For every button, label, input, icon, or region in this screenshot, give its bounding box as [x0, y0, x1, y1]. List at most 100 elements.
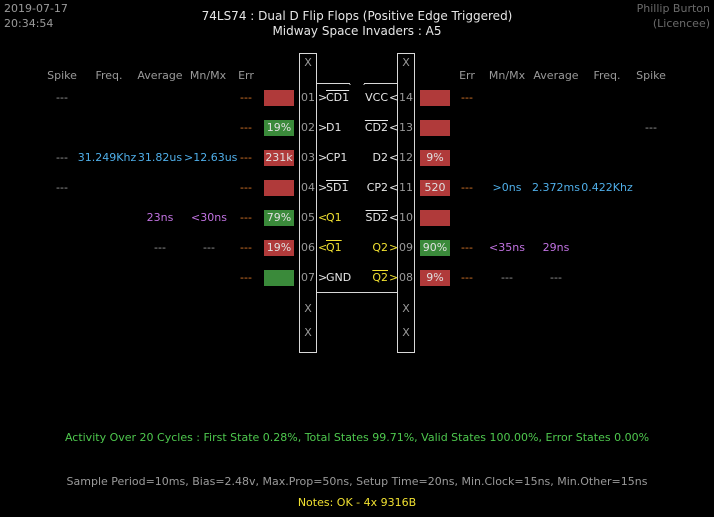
- pin-direction-arrow: >: [318, 181, 328, 194]
- pin-number: 01: [301, 91, 315, 104]
- pin-number: 10: [399, 211, 413, 224]
- chip-body-bottom: [316, 292, 398, 293]
- err-value: ---: [240, 121, 252, 134]
- freq-value: 0.422Khz: [581, 181, 633, 194]
- pin-name: SD2: [365, 211, 388, 224]
- mnmx-value: <35ns: [489, 241, 525, 254]
- pin-number: 04: [301, 181, 315, 194]
- pin-number: 03: [301, 151, 315, 164]
- pin-number: 14: [399, 91, 413, 104]
- pin-direction-arrow: <: [318, 211, 328, 224]
- average-value: ---: [154, 241, 166, 254]
- col-freq-left: Freq.: [95, 69, 123, 82]
- average-value: ---: [550, 271, 562, 284]
- pin-direction-arrow: <: [389, 181, 399, 194]
- pin-number: 08: [399, 271, 413, 284]
- freq-value: 31.249Khz: [77, 151, 137, 164]
- chip-bottom-right: [397, 352, 415, 353]
- pin-name: CD2: [364, 121, 388, 134]
- x-mark: X: [304, 302, 312, 315]
- err-value: ---: [461, 241, 473, 254]
- err-value: ---: [240, 151, 252, 164]
- err-value: ---: [240, 91, 252, 104]
- x-mark: X: [402, 56, 410, 69]
- col-err-left: Err: [238, 69, 254, 82]
- sample-settings: Sample Period=10ms, Bias=2.48v, Max.Prop…: [66, 475, 648, 488]
- col-spike-right: Spike: [636, 69, 666, 82]
- col-freq-right: Freq.: [593, 69, 621, 82]
- pin-number: 07: [301, 271, 315, 284]
- pin-direction-arrow: >: [318, 121, 328, 134]
- pin-direction-arrow: <: [389, 211, 399, 224]
- col-mnmx-right: Mn/Mx: [488, 69, 526, 82]
- activity-box: [420, 90, 450, 106]
- page-subtitle: Midway Space Invaders : A5: [272, 24, 442, 38]
- chip-top-left: [299, 53, 317, 54]
- activity-box: [264, 270, 294, 286]
- spike-value: ---: [56, 91, 68, 104]
- err-value: ---: [240, 181, 252, 194]
- mnmx-value: <30ns: [191, 211, 227, 224]
- activity-box: 19%: [264, 120, 294, 136]
- average-value: 31.82us: [137, 151, 183, 164]
- pin-name: D2: [372, 151, 388, 164]
- pin-number: 09: [399, 241, 413, 254]
- activity-box: 19%: [264, 240, 294, 256]
- col-spike-left: Spike: [47, 69, 77, 82]
- notes: Notes: OK - 4x 9316B: [297, 496, 417, 509]
- activity-box: [264, 180, 294, 196]
- pin-name: VCC: [365, 91, 388, 104]
- pin-direction-arrow: >: [318, 271, 328, 284]
- x-mark: X: [304, 326, 312, 339]
- activity-box: 90%: [420, 240, 450, 256]
- mnmx-value: ---: [501, 271, 513, 284]
- col-err-right: Err: [459, 69, 475, 82]
- chip-bottom-left: [299, 352, 317, 353]
- chip-outline-right: [414, 53, 415, 353]
- pin-number: 12: [399, 151, 413, 164]
- activity-box: 231k: [264, 150, 294, 166]
- err-value: ---: [240, 241, 252, 254]
- pin-direction-arrow: >: [318, 151, 328, 164]
- activity-box: [420, 210, 450, 226]
- x-mark: X: [402, 326, 410, 339]
- pin-column-left-edge: [316, 53, 317, 353]
- pin-number: 11: [399, 181, 413, 194]
- err-value: ---: [461, 91, 473, 104]
- mnmx-value: >12.63us: [184, 151, 238, 164]
- col-average-left: Average: [137, 69, 183, 82]
- activity-box: 9%: [420, 270, 450, 286]
- chip-notch-icon: [349, 83, 365, 85]
- err-value: ---: [461, 271, 473, 284]
- pin-direction-arrow: <: [389, 91, 399, 104]
- activity-summary: Activity Over 20 Cycles : First State 0.…: [64, 431, 650, 444]
- pin-name: Q2: [372, 241, 388, 254]
- err-value: ---: [461, 181, 473, 194]
- pin-number: 02: [301, 121, 315, 134]
- activity-box: 520: [420, 180, 450, 196]
- pin-direction-arrow: >: [389, 241, 399, 254]
- average-value: 2.372ms: [532, 181, 580, 194]
- activity-box: 79%: [264, 210, 294, 226]
- activity-box: [264, 90, 294, 106]
- pin-direction-arrow: <: [318, 241, 328, 254]
- chip-top-right: [397, 53, 415, 54]
- x-mark: X: [304, 56, 312, 69]
- pin-direction-arrow: >: [318, 91, 328, 104]
- col-mnmx-left: Mn/Mx: [189, 69, 227, 82]
- pin-name: CP2: [366, 181, 388, 194]
- spike-value: ---: [56, 181, 68, 194]
- pin-direction-arrow: <: [389, 121, 399, 134]
- average-value: 23ns: [146, 211, 174, 224]
- author-label: Phillip Burton: [636, 2, 710, 15]
- chip-body-top-left: [316, 83, 350, 84]
- activity-box: [420, 120, 450, 136]
- pin-direction-arrow: >: [389, 271, 399, 284]
- err-value: ---: [240, 271, 252, 284]
- err-value: ---: [240, 211, 252, 224]
- page-title: 74LS74 : Dual D Flip Flops (Positive Edg…: [201, 9, 513, 23]
- pin-number: 06: [301, 241, 315, 254]
- pin-name: Q2: [372, 271, 388, 284]
- licence-label: (Licencee): [652, 17, 710, 30]
- average-value: 29ns: [542, 241, 570, 254]
